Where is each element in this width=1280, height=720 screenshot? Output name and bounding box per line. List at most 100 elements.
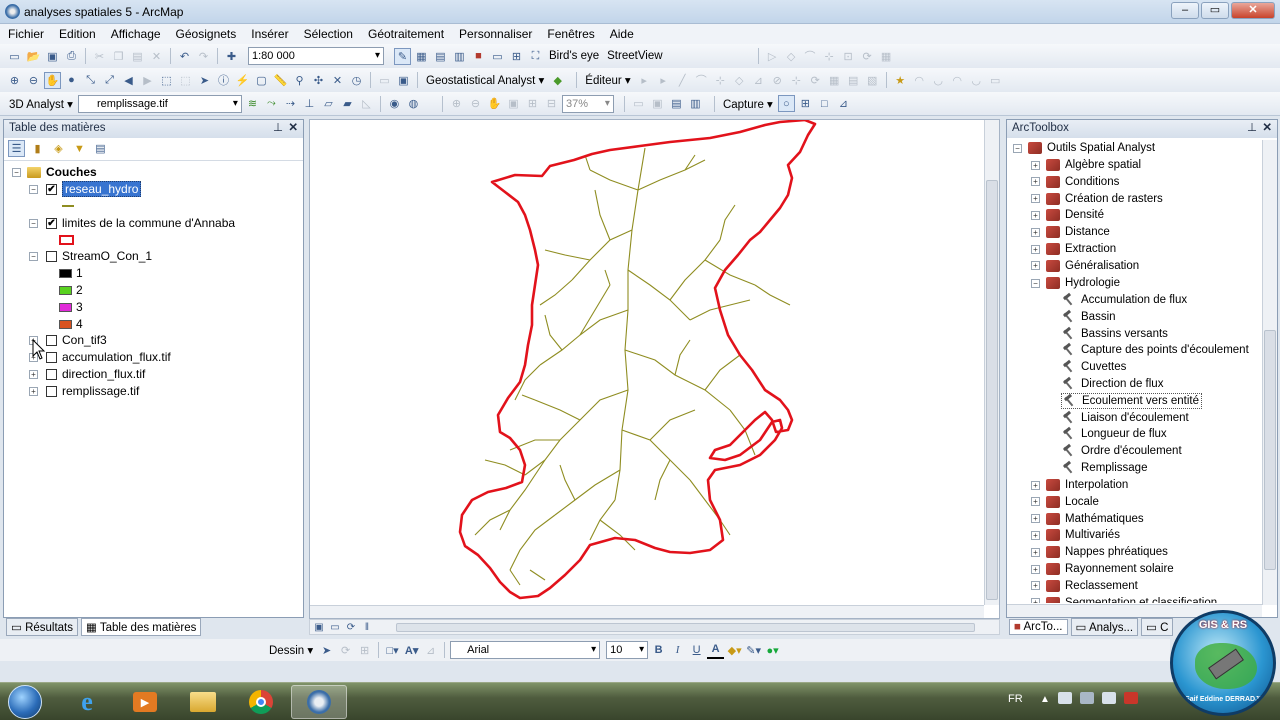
menu-geotraitement[interactable]: Géotraitement — [368, 27, 444, 41]
expand-icon[interactable]: + — [1031, 530, 1040, 540]
menu-inserer[interactable]: Insérer — [251, 27, 288, 41]
new-document-icon[interactable]: ▭ — [6, 48, 23, 65]
tool-row[interactable]: Capture des points d'écoulement — [1061, 342, 1249, 358]
split-icon[interactable]: ⊹ — [821, 48, 838, 65]
interpolate-polygon-icon[interactable]: ▰ — [339, 95, 356, 112]
tray-app-icon[interactable] — [1124, 692, 1138, 704]
steepest-path-icon[interactable]: ⤳ — [263, 95, 280, 112]
collapse-icon[interactable]: − — [29, 218, 38, 228]
layer-name[interactable]: direction_flux.tif — [62, 367, 145, 381]
expand-icon[interactable]: + — [1031, 244, 1040, 254]
tool-row[interactable]: Ecoulement vers entité — [1061, 392, 1202, 409]
expand-icon[interactable]: + — [1031, 581, 1040, 591]
editor-menu[interactable]: Éditeur ▾ — [582, 73, 633, 87]
back-extent-icon[interactable]: ◀ — [120, 72, 137, 89]
zoom-in-icon[interactable]: ⊕ — [6, 72, 23, 89]
clear-selection-icon[interactable]: ⬚ — [177, 72, 194, 89]
zoom-whole-page-icon[interactable]: ⊞ — [356, 642, 373, 659]
close-button[interactable]: ✕ — [1231, 2, 1275, 19]
expand-icon[interactable]: + — [1031, 261, 1040, 271]
fill-color-icon[interactable]: ◆▾ — [726, 642, 743, 659]
interpolate-point-icon[interactable]: ⊥ — [301, 95, 318, 112]
font-color-icon[interactable]: A — [707, 642, 725, 659]
pin-icon[interactable]: ⊥ — [273, 120, 283, 137]
attributes-icon[interactable]: ▦ — [878, 48, 895, 65]
copy-icon[interactable]: ❐ — [110, 48, 127, 65]
zoom-out-icon[interactable]: ⊖ — [25, 72, 42, 89]
toc-tab[interactable]: ▦ Table des matières — [81, 618, 202, 636]
catalog-icon[interactable]: ▤ — [432, 48, 449, 65]
toolset-row[interactable]: + Multivariés — [1031, 527, 1120, 543]
font-size-combo[interactable]: 10 — [606, 641, 649, 659]
network-icon[interactable] — [1080, 692, 1094, 704]
layer-checkbox[interactable] — [46, 250, 57, 262]
save-icon[interactable]: ▣ — [44, 48, 61, 65]
menu-selection[interactable]: Sélection — [304, 27, 353, 41]
vertex-icon[interactable]: ◇ — [783, 48, 800, 65]
capture-poly-icon[interactable]: ⊿ — [835, 95, 852, 112]
toolset-row[interactable]: + Reclassement — [1031, 578, 1138, 594]
georef-icon-2[interactable]: ◡ — [930, 72, 947, 89]
expand-icon[interactable]: + — [1031, 160, 1040, 170]
reshape-feature-icon[interactable]: ⊿ — [750, 72, 767, 89]
snap-icon[interactable]: ⊡ — [840, 48, 857, 65]
arctoolbox-tab[interactable]: ■ ArcTo... — [1009, 619, 1068, 635]
toolset-row[interactable]: + Locale — [1031, 494, 1099, 510]
volume-icon[interactable] — [1102, 692, 1116, 704]
edit-tool-icon[interactable]: ▸ — [636, 72, 653, 89]
capture-point-icon[interactable]: ○ — [777, 95, 795, 112]
start-button[interactable] — [8, 685, 42, 719]
marker-color-icon[interactable]: ●▾ — [764, 642, 781, 659]
file-explorer-taskbar-icon[interactable] — [175, 685, 231, 719]
layout-pan-icon[interactable]: ✋ — [486, 95, 503, 112]
toolset-row[interactable]: + Conditions — [1031, 174, 1119, 190]
georef-icon-3[interactable]: ◠ — [949, 72, 966, 89]
data-driven-pages-icon[interactable]: ▥ — [687, 95, 704, 112]
layout-zoom-combo[interactable]: 37% — [561, 94, 614, 113]
menu-aide[interactable]: Aide — [610, 27, 634, 41]
maximize-button[interactable]: ▭ — [1201, 2, 1229, 19]
toolset-row[interactable]: + Nappes phréatiques — [1031, 544, 1168, 560]
couches-group-row[interactable]: − Couches — [12, 164, 97, 180]
fixed-zoom-in-icon[interactable]: ⤡ — [82, 72, 99, 89]
list-by-source-icon[interactable]: ▮ — [29, 140, 46, 157]
collapse-icon[interactable]: − — [29, 251, 38, 261]
html-popup-icon[interactable]: ▢ — [253, 72, 270, 89]
3d-analyst-menu[interactable]: 3D Analyst ▾ — [6, 97, 76, 111]
select-elements-icon[interactable]: ➤ — [318, 642, 335, 659]
edit-vertices-icon[interactable]: ⊿ — [422, 642, 439, 659]
arcglobe-icon[interactable]: ◍ — [405, 95, 422, 112]
capture-rect-icon[interactable]: □ — [816, 95, 833, 112]
expand-icon[interactable]: + — [1031, 177, 1040, 187]
map-horizontal-scrollbar[interactable] — [310, 605, 984, 618]
toolset-row[interactable]: + Généralisation — [1031, 258, 1139, 274]
toolset-row-hydrologie[interactable]: − Hydrologie — [1031, 275, 1120, 291]
layer-name[interactable]: StreamO_Con_1 — [62, 249, 152, 263]
map-footer-scroll-thumb[interactable] — [396, 623, 975, 632]
select-features-icon[interactable]: ⬚ — [158, 72, 175, 89]
collapse-icon[interactable]: − — [12, 167, 21, 177]
minimize-button[interactable]: – — [1171, 2, 1199, 19]
edit-vertices-icon[interactable]: ◇ — [731, 72, 748, 89]
pin-icon[interactable]: ⊥ — [1247, 120, 1257, 137]
rotate-tool-icon[interactable]: ⟳ — [807, 72, 824, 89]
arcmap-taskbar-icon[interactable] — [291, 685, 347, 719]
pause-drawing-icon[interactable]: ‖ — [361, 621, 373, 633]
map-view[interactable] — [309, 119, 1000, 619]
menu-fichier[interactable]: Fichier — [8, 27, 44, 41]
undo-icon[interactable]: ↶ — [176, 48, 193, 65]
delete-icon[interactable]: ✕ — [148, 48, 165, 65]
text-tool-icon[interactable]: A▾ — [403, 642, 420, 659]
attributes-2-icon[interactable]: ▦ — [826, 72, 843, 89]
collapse-icon[interactable]: − — [29, 184, 38, 194]
list-by-selection-icon[interactable]: ▼ — [71, 140, 88, 157]
toolset-row[interactable]: + Interpolation — [1031, 477, 1128, 493]
add-data-icon[interactable]: ✚ — [223, 48, 240, 65]
find-route-icon[interactable]: ✣ — [310, 72, 327, 89]
expand-icon[interactable]: + — [1031, 480, 1040, 490]
menu-personnaliser[interactable]: Personnaliser — [459, 27, 532, 41]
layer-row-accumulation[interactable]: + accumulation_flux.tif — [29, 349, 171, 365]
layer-name[interactable]: limites de la commune d'Annaba — [62, 216, 235, 230]
analysis-tab[interactable]: ▭ Analys... — [1070, 618, 1139, 636]
tool-row[interactable]: Direction de flux — [1061, 376, 1163, 392]
